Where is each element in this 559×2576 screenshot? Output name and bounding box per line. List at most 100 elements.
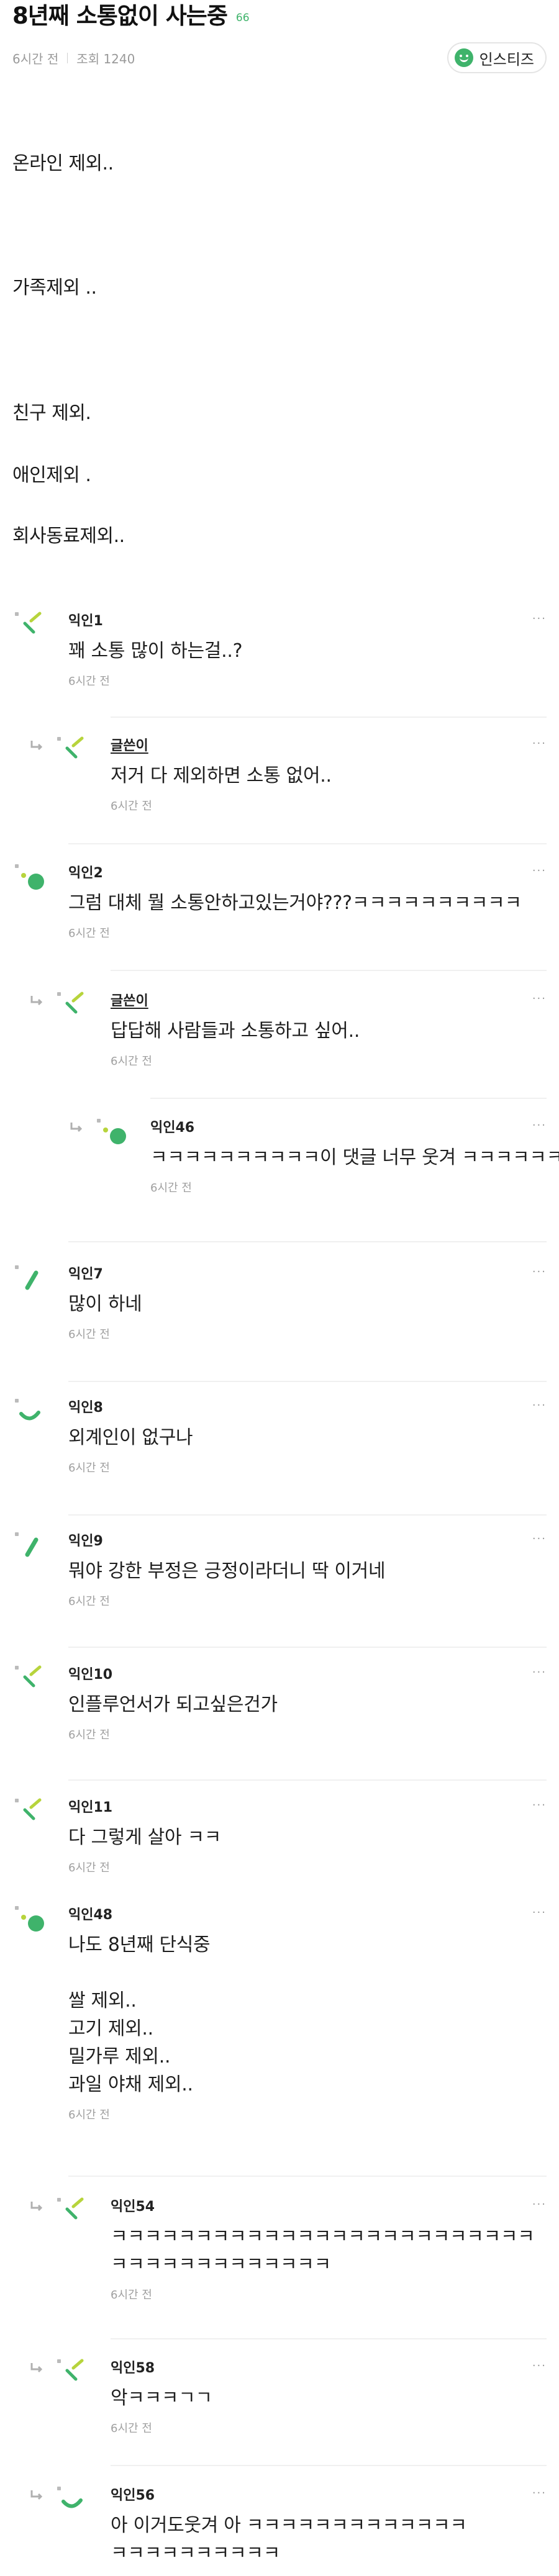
- comment: 익인54 ㅋㅋㅋㅋㅋㅋㅋㅋㅋㅋㅋㅋㅋㅋㅋㅋㅋㅋㅋㅋㅋㅋㅋㅋㅋ ㅋㅋㅋㅋㅋㅋㅋㅋㅋㅋㅋ…: [0, 2195, 559, 2302]
- comment-time: 6시간 전: [68, 2108, 110, 2122]
- more-options-icon[interactable]: ···: [532, 992, 547, 1005]
- comment-content: 익인2 그럼 대체 뭘 소통안하고있는거야???ㅋㅋㅋㅋㅋㅋㅋㅋㅋㅋ 6시간 전: [68, 864, 559, 941]
- comment-line: 꽤 소통 많이 하는걸..?: [68, 640, 243, 662]
- comment-divider: [68, 1381, 547, 1382]
- comment-divider: [111, 970, 547, 971]
- avatar-icon: [12, 1663, 47, 1698]
- comment-line: 저거 다 제외하면 소통 없어..: [111, 765, 332, 787]
- comment-divider: [68, 1514, 547, 1516]
- comment-text: 나도 8년째 단식중 쌀 제외.. 고기 제외.. 밀가루 제외.. 과일 야채 제외.…: [68, 1931, 559, 2099]
- comment: 익인56 아 이거도웃겨 아 ㅋㅋㅋㅋㅋㅋㅋㅋㅋㅋㅋㅋㅋ ㅋㅋㅋㅋㅋㅋㅋㅋㅋㅋ ···: [0, 2487, 559, 2567]
- more-options-icon[interactable]: ···: [532, 2487, 547, 2500]
- comment-line: ㅋㅋㅋㅋㅋㅋㅋㅋㅋㅋ이 댓글 너무 웃겨 ㅋㅋㅋㅋㅋㅋ: [150, 1147, 559, 1168]
- comment: 글쓴이 저거 다 제외하면 소통 없어.. 6시간 전 ···: [0, 734, 559, 813]
- comment-line: ㅋㅋㅋㅋㅋㅋㅋㅋㅋㅋㅋㅋㅋ: [111, 2254, 331, 2275]
- reply-arrow-icon: [30, 2489, 45, 2501]
- more-options-icon[interactable]: ···: [532, 737, 547, 750]
- more-options-icon[interactable]: ···: [532, 2359, 547, 2372]
- more-options-icon[interactable]: ···: [532, 1265, 547, 1278]
- body-line: 애인제외 .: [12, 464, 91, 486]
- comment-time: 6시간 전: [68, 1729, 110, 1742]
- comment-text: 뭐야 강한 부정은 긍정이라더니 딱 이거네: [68, 1557, 559, 1585]
- reply-arrow-icon: [70, 1121, 84, 1134]
- comment-line: 나도 8년째 단식중: [68, 1934, 211, 1956]
- comment-count[interactable]: 66: [236, 12, 250, 24]
- comment: 익인58 악ㅋㅋㅋㄱㄱ 6시간 전 ···: [0, 2359, 559, 2436]
- comment-text: 답답해 사람들과 소통하고 싶어..: [111, 1017, 559, 1045]
- post-meta: 6시간 전 조회 1240 인스티즈: [12, 42, 547, 73]
- comment-line: 아 이거도웃겨 아 ㅋㅋㅋㅋㅋㅋㅋㅋㅋㅋㅋㅋㅋ: [111, 2515, 467, 2536]
- avatar-icon: [55, 2357, 89, 2392]
- body-line: 온라인 제외..: [12, 153, 114, 174]
- more-options-icon[interactable]: ···: [532, 1532, 547, 1545]
- comment-content: 익인8 외계인이 없구나 6시간 전: [68, 1399, 559, 1475]
- post-title-row: 8년째 소통없이 사는중 66: [12, 0, 547, 37]
- category-label: 인스티즈: [479, 50, 534, 68]
- more-options-icon[interactable]: ···: [532, 864, 547, 877]
- comment-time: 6시간 전: [68, 675, 110, 688]
- more-options-icon[interactable]: ···: [532, 1119, 547, 1132]
- meta-divider: [67, 52, 68, 63]
- more-options-icon[interactable]: ···: [532, 2198, 547, 2211]
- body-line: 친구 제외.: [12, 402, 91, 424]
- more-options-icon[interactable]: ···: [532, 1666, 547, 1679]
- comment-text: 다 그렇게 살아 ㅋㅋ: [68, 1824, 559, 1851]
- more-options-icon[interactable]: ···: [532, 612, 547, 625]
- comment-author: 익인10: [68, 1667, 113, 1683]
- comment: 익인8 외계인이 없구나 6시간 전 ···: [0, 1399, 559, 1475]
- comment-content: 익인11 다 그렇게 살아 ㅋㅋ 6시간 전: [68, 1799, 559, 1875]
- comment-divider: [68, 1779, 547, 1781]
- body-line: 가족제외 ..: [12, 277, 97, 299]
- comment-content: 익인48 나도 8년째 단식중 쌀 제외.. 고기 제외.. 밀가루 제외.. 과일 야채…: [68, 1906, 559, 2122]
- more-options-icon[interactable]: ···: [532, 1906, 547, 1919]
- comment-line: 많이 하네: [68, 1293, 142, 1315]
- comment-time: 6시간 전: [68, 1328, 110, 1341]
- comment: 익인1 꽤 소통 많이 하는걸..? 6시간 전 ···: [0, 612, 559, 689]
- comment-content: 글쓴이 저거 다 제외하면 소통 없어.. 6시간 전: [111, 737, 559, 813]
- comment-author: 익인9: [68, 1534, 103, 1549]
- comment: 글쓴이 답답해 사람들과 소통하고 싶어.. 6시간 전 ···: [0, 992, 559, 1069]
- smile-icon: [454, 48, 473, 67]
- avatar-icon: [12, 1396, 47, 1431]
- comment-content: 익인1 꽤 소통 많이 하는걸..? 6시간 전: [68, 612, 559, 689]
- comment-author: 글쓴이: [111, 993, 148, 1009]
- comment-text: 꽤 소통 많이 하는걸..?: [68, 637, 559, 665]
- reply-arrow-icon: [30, 995, 45, 1007]
- reply-arrow-icon: [30, 739, 45, 752]
- post-title: 8년째 소통없이 사는중: [12, 2, 228, 29]
- comment-line: 밀가루 제외..: [68, 2046, 171, 2068]
- comment-line: 다 그렇게 살아 ㅋㅋ: [68, 1827, 222, 1848]
- comment-content: 익인7 많이 하네 6시간 전: [68, 1265, 559, 1342]
- comment-text: 저거 다 제외하면 소통 없어..: [111, 762, 559, 790]
- reply-arrow-icon: [30, 2200, 45, 2213]
- comment-line: 답답해 사람들과 소통하고 싶어..: [111, 1020, 360, 1042]
- comment-text: 인플루언서가 되고싶은건가: [68, 1691, 559, 1719]
- comment-time: 6시간 전: [68, 1462, 110, 1475]
- avatar-icon: [94, 1116, 129, 1151]
- comment-text: 아 이거도웃겨 아 ㅋㅋㅋㅋㅋㅋㅋㅋㅋㅋㅋㅋㅋ ㅋㅋㅋㅋㅋㅋㅋㅋㅋㅋ: [111, 2511, 559, 2567]
- comment-divider: [150, 1098, 547, 1099]
- comment-content: 익인46 ㅋㅋㅋㅋㅋㅋㅋㅋㅋㅋ이 댓글 너무 웃겨 ㅋㅋㅋㅋㅋㅋ 6시간 전: [150, 1119, 559, 1195]
- comment-author: 익인46: [150, 1120, 195, 1136]
- comment-line: ㅋㅋㅋㅋㅋㅋㅋㅋㅋㅋㅋㅋㅋㅋㅋㅋㅋㅋㅋㅋㅋㅋㅋㅋㅋ: [111, 2226, 535, 2248]
- comment-divider: [111, 2465, 547, 2466]
- comment-content: 글쓴이 답답해 사람들과 소통하고 싶어.. 6시간 전: [111, 992, 559, 1069]
- avatar-icon: [55, 734, 89, 769]
- comment-time: 6시간 전: [111, 2422, 152, 2435]
- comment-author: 익인58: [111, 2361, 155, 2376]
- comment-line: ㅋㅋㅋㅋㅋㅋㅋㅋㅋㅋ: [111, 2542, 280, 2564]
- comment-author: 익인11: [68, 1800, 113, 1815]
- avatar-icon: [55, 2195, 89, 2230]
- post-views: 조회 1240: [76, 51, 135, 66]
- comment-line: 외계인이 없구나: [68, 1427, 193, 1448]
- comment-line: 쌀 제외..: [68, 1990, 137, 2012]
- comment: 익인7 많이 하네 6시간 전 ···: [0, 1265, 559, 1342]
- category-chip[interactable]: 인스티즈: [447, 42, 547, 73]
- avatar-icon: [12, 610, 47, 644]
- more-options-icon[interactable]: ···: [532, 1799, 547, 1812]
- comment-text: 많이 하네: [68, 1290, 559, 1318]
- comment: 익인11 다 그렇게 살아 ㅋㅋ 6시간 전 ···: [0, 1798, 559, 1875]
- comment-text: 악ㅋㅋㅋㄱㄱ: [111, 2384, 559, 2412]
- comment-author: 익인48: [68, 1907, 113, 1923]
- more-options-icon[interactable]: ···: [532, 1399, 547, 1412]
